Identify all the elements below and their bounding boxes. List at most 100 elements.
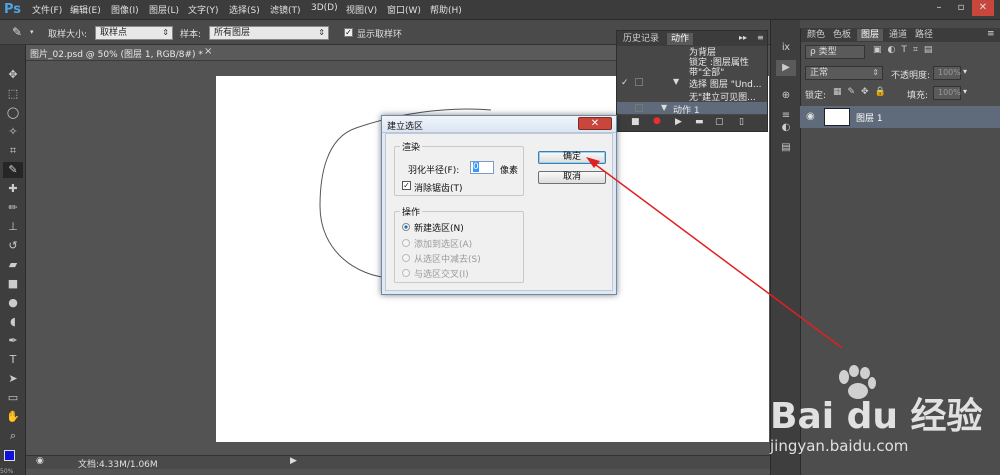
document-tab[interactable]: 图片_02.psd @ 50% (图层 1, RGB/8#) * ×	[26, 45, 616, 61]
ok-button[interactable]: 确定	[538, 151, 606, 164]
folder-icon[interactable]: ▬	[695, 117, 704, 127]
pen-tool-icon[interactable]: ✒	[3, 333, 23, 349]
record-icon[interactable]: ●	[653, 116, 661, 126]
chevron-down-icon[interactable]: ▾	[30, 28, 34, 36]
layer-filter-dropdown[interactable]: ρ 类型	[805, 45, 865, 59]
move-tool-icon[interactable]: ✥	[3, 67, 23, 83]
quick-select-tool-icon[interactable]: ✧	[3, 124, 23, 140]
dodge-tool-icon[interactable]: ◖	[3, 314, 23, 330]
menu-edit[interactable]: 编辑(E)	[70, 3, 101, 16]
shape-tool-icon[interactable]: ▭	[3, 390, 23, 406]
dialog-close-button[interactable]: ✕	[578, 117, 612, 130]
show-ring-checkbox[interactable]: ✓	[344, 28, 353, 37]
eye-icon[interactable]: ◉	[806, 111, 815, 122]
history-icon[interactable]: ⊕	[776, 88, 796, 104]
play-icon[interactable]: ▶	[675, 117, 682, 127]
fill-slider-arrow-icon[interactable]: ▾	[963, 87, 967, 96]
close-tab-icon[interactable]: ×	[204, 46, 212, 57]
radio-new-selection[interactable]	[402, 223, 410, 231]
sample-dropdown[interactable]: 所有图层 ⇕	[209, 26, 329, 40]
history-brush-icon[interactable]: ↺	[3, 238, 23, 254]
status-menu-icon[interactable]: ◉	[36, 456, 44, 466]
hand-tool-icon[interactable]: ✋	[3, 409, 23, 425]
lasso-tool-icon[interactable]: ◯	[3, 105, 23, 121]
layer-row[interactable]: ◉ 图层 1	[800, 106, 1000, 128]
status-arrow-icon[interactable]: ▶	[290, 456, 297, 466]
action-name[interactable]: 动作 1	[673, 103, 700, 114]
opacity-input[interactable]: 100%	[933, 66, 961, 80]
gradient-tool-icon[interactable]: ■	[3, 276, 23, 292]
notes-icon[interactable]: ▤	[776, 140, 796, 156]
menu-view[interactable]: 视图(V)	[346, 3, 377, 16]
menu-layer[interactable]: 图层(L)	[149, 3, 179, 16]
close-window-button[interactable]: ✕	[972, 0, 994, 16]
foreground-color-swatch[interactable]	[4, 450, 15, 461]
tab-swatches[interactable]: 色板	[829, 29, 855, 41]
marquee-tool-icon[interactable]: ⬚	[3, 86, 23, 102]
opacity-label: 不透明度:	[891, 71, 931, 81]
menu-3d[interactable]: 3D(D)	[311, 3, 338, 13]
action-step[interactable]: 选择 图层 "Und...	[689, 77, 761, 90]
check-icon[interactable]: ✓	[621, 78, 629, 88]
tab-channels[interactable]: 通道	[885, 29, 911, 41]
watermark-url: jingyan.baidu.com	[770, 437, 909, 455]
brush-preset-icon[interactable]: ⅸ	[776, 40, 796, 56]
lock-icons[interactable]: ▦✎✥🔒	[833, 87, 892, 97]
menu-select[interactable]: 选择(S)	[229, 3, 260, 16]
maximize-button[interactable]: ▫	[950, 0, 972, 16]
feather-radius-input[interactable]: 0	[470, 161, 494, 174]
blur-tool-icon[interactable]: ●	[3, 295, 23, 311]
new-action-icon[interactable]: ▢	[715, 117, 724, 127]
menu-filter[interactable]: 滤镜(T)	[270, 3, 301, 16]
stop-icon[interactable]: ■	[631, 117, 640, 127]
path-select-icon[interactable]: ➤	[3, 371, 23, 387]
trash-icon[interactable]: ▯	[739, 117, 744, 127]
sample-size-dropdown[interactable]: 取样点 ⇕	[95, 26, 173, 40]
blend-mode-dropdown[interactable]: 正常 ⇕	[805, 66, 883, 80]
eraser-tool-icon[interactable]: ▰	[3, 257, 23, 273]
antialias-label: 消除锯齿(T)	[414, 184, 463, 194]
cancel-button[interactable]: 取消	[538, 171, 606, 184]
healing-brush-icon[interactable]: ✚	[3, 181, 23, 197]
layer-thumbnail	[824, 108, 850, 126]
eyedropper-tool-icon[interactable]: ✎	[3, 162, 23, 178]
menu-window[interactable]: 窗口(W)	[387, 3, 421, 16]
option-new-selection[interactable]: 新建选区(N)	[414, 221, 464, 234]
actions-play-icon[interactable]: ▶	[776, 60, 796, 76]
minimize-button[interactable]: –	[928, 0, 950, 16]
expand-arrow-icon[interactable]: ▼	[661, 103, 667, 112]
tab-color[interactable]: 颜色	[803, 29, 829, 41]
show-ring-label: 显示取样环	[357, 30, 403, 40]
fill-input[interactable]: 100%	[933, 86, 961, 100]
panel-menu-icon[interactable]: ≡	[757, 33, 764, 42]
tab-paths[interactable]: 路径	[911, 29, 937, 41]
menu-file[interactable]: 文件(F)	[32, 3, 62, 16]
menu-bar: Ps 文件(F) 编辑(E) 图像(I) 图层(L) 文字(Y) 选择(S) 滤…	[0, 0, 1000, 20]
type-tool-icon[interactable]: T	[3, 352, 23, 368]
brush-tool-icon[interactable]: ✏	[3, 200, 23, 216]
zoom-tool-icon[interactable]: ⌕	[3, 428, 23, 444]
expand-arrow-icon[interactable]: ▼	[673, 77, 679, 86]
menu-image[interactable]: 图像(I)	[111, 3, 139, 16]
dialog-toggle-icon[interactable]	[635, 104, 643, 112]
opacity-slider-arrow-icon[interactable]: ▾	[963, 67, 967, 76]
crop-tool-icon[interactable]: ⌗	[3, 143, 23, 159]
tab-actions[interactable]: 动作	[667, 33, 694, 45]
eyedropper-icon[interactable]: ✎	[12, 25, 22, 39]
dialog-titlebar[interactable]: 建立选区 ✕	[382, 116, 616, 133]
menu-type[interactable]: 文字(Y)	[188, 3, 219, 16]
menu-help[interactable]: 帮助(H)	[430, 3, 462, 16]
layer-name[interactable]: 图层 1	[856, 111, 883, 124]
option-intersect-selection: 与选区交叉(I)	[414, 270, 469, 280]
clone-stamp-icon[interactable]: ⊥	[3, 219, 23, 235]
status-bar: ◉ 文档:4.33M/1.06M ▶	[26, 455, 770, 470]
panel-menu-icon[interactable]: ≡	[987, 29, 995, 39]
tab-history[interactable]: 历史记录	[619, 33, 663, 45]
antialias-checkbox[interactable]: ✓	[402, 181, 411, 190]
tab-layers[interactable]: 图层	[857, 29, 884, 41]
filter-icons[interactable]: ▣◐T⌗▤	[873, 45, 938, 55]
collapse-icon[interactable]: ▸▸	[739, 33, 747, 42]
adjustments-icon[interactable]: ◐	[776, 120, 796, 136]
sample-label: 样本:	[180, 30, 202, 40]
dialog-toggle-icon[interactable]	[635, 78, 643, 86]
